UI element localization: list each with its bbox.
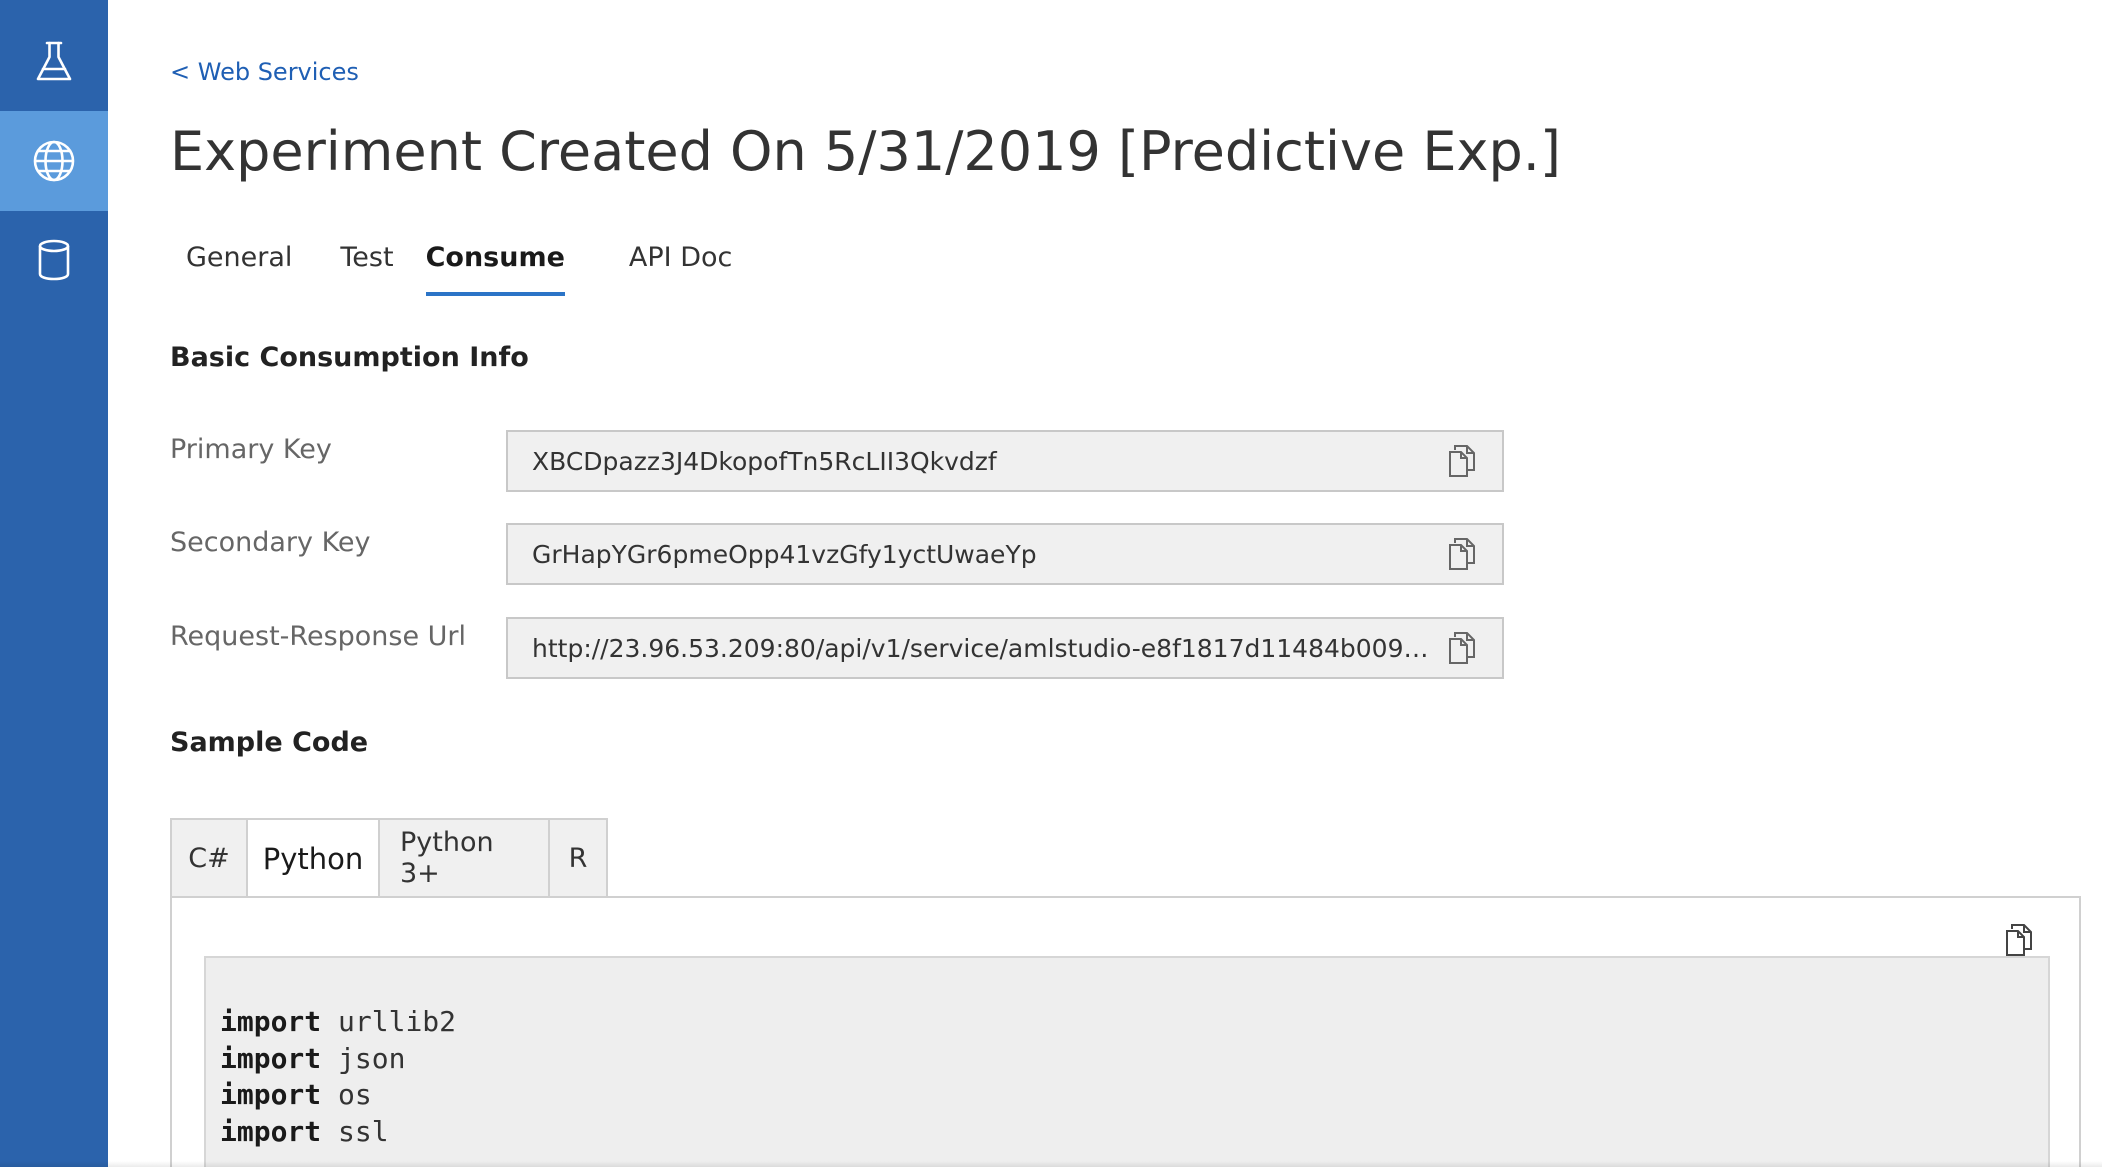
secondary-key-field (506, 523, 1504, 585)
request-response-url-input[interactable] (508, 632, 1432, 664)
main-content: < Web Services Experiment Created On 5/3… (170, 0, 2090, 1167)
copy-icon (2006, 924, 2032, 956)
code-keyword: import (220, 1078, 322, 1111)
code-tab-python3[interactable]: Python 3+ (378, 818, 548, 898)
primary-key-input[interactable] (508, 445, 1432, 477)
page-title: Experiment Created On 5/31/2019 [Predict… (170, 120, 1561, 183)
code-panel: import urllib2 import json import os imp… (170, 896, 2081, 1167)
code-language-tabs: C# Python Python 3+ R (170, 818, 608, 898)
secondary-key-label: Secondary Key (170, 527, 371, 558)
sidebar-item-experiments[interactable] (0, 12, 108, 112)
code-text: os (321, 1078, 372, 1111)
secondary-key-input[interactable] (508, 538, 1432, 570)
code-line: import json (220, 1042, 405, 1075)
code-line: import ssl (220, 1115, 389, 1148)
flask-icon (36, 41, 72, 81)
code-tab-python[interactable]: Python (246, 818, 378, 898)
code-keyword: import (220, 1041, 322, 1075)
bottom-shadow (0, 1161, 2102, 1167)
code-text: ssl (321, 1114, 389, 1148)
code-text: urllib2 (321, 1005, 457, 1038)
code-block[interactable]: import urllib2 import json import os imp… (204, 956, 2050, 1167)
code-line: import urllib2 (220, 1005, 456, 1038)
code-line: import os (220, 1078, 372, 1111)
primary-key-field (506, 430, 1504, 492)
copy-request-response-url-button[interactable] (1432, 618, 1492, 678)
sidebar-item-web-services[interactable] (0, 111, 108, 211)
copy-icon (1449, 538, 1475, 570)
app-window: < Web Services Experiment Created On 5/3… (0, 0, 2102, 1167)
database-icon (38, 239, 70, 281)
copy-primary-key-button[interactable] (1432, 431, 1492, 491)
sidebar-item-datasets[interactable] (0, 210, 108, 310)
tab-consume[interactable]: Consume (425, 238, 565, 296)
tab-api-doc[interactable]: API Doc (613, 238, 748, 296)
copy-icon (1449, 632, 1475, 664)
code-tab-csharp[interactable]: C# (170, 818, 246, 898)
primary-key-label: Primary Key (170, 434, 332, 465)
code-text: json (321, 1041, 406, 1075)
request-response-url-field (506, 617, 1504, 679)
basic-consumption-info-heading: Basic Consumption Info (170, 342, 529, 373)
sample-code-heading: Sample Code (170, 727, 369, 758)
copy-secondary-key-button[interactable] (1432, 524, 1492, 584)
code-keyword: import (220, 1005, 322, 1038)
tab-test[interactable]: Test (324, 238, 409, 296)
tab-general[interactable]: General (170, 238, 308, 296)
back-to-web-services-link[interactable]: < Web Services (170, 58, 359, 86)
copy-icon (1449, 445, 1475, 477)
request-response-url-label: Request-Response Url (170, 621, 467, 652)
code-tab-r[interactable]: R (548, 818, 608, 898)
sidebar (0, 0, 108, 1167)
globe-icon (33, 140, 75, 182)
code-keyword: import (220, 1114, 322, 1148)
service-tabs: General Test Consume API Doc (170, 238, 764, 298)
